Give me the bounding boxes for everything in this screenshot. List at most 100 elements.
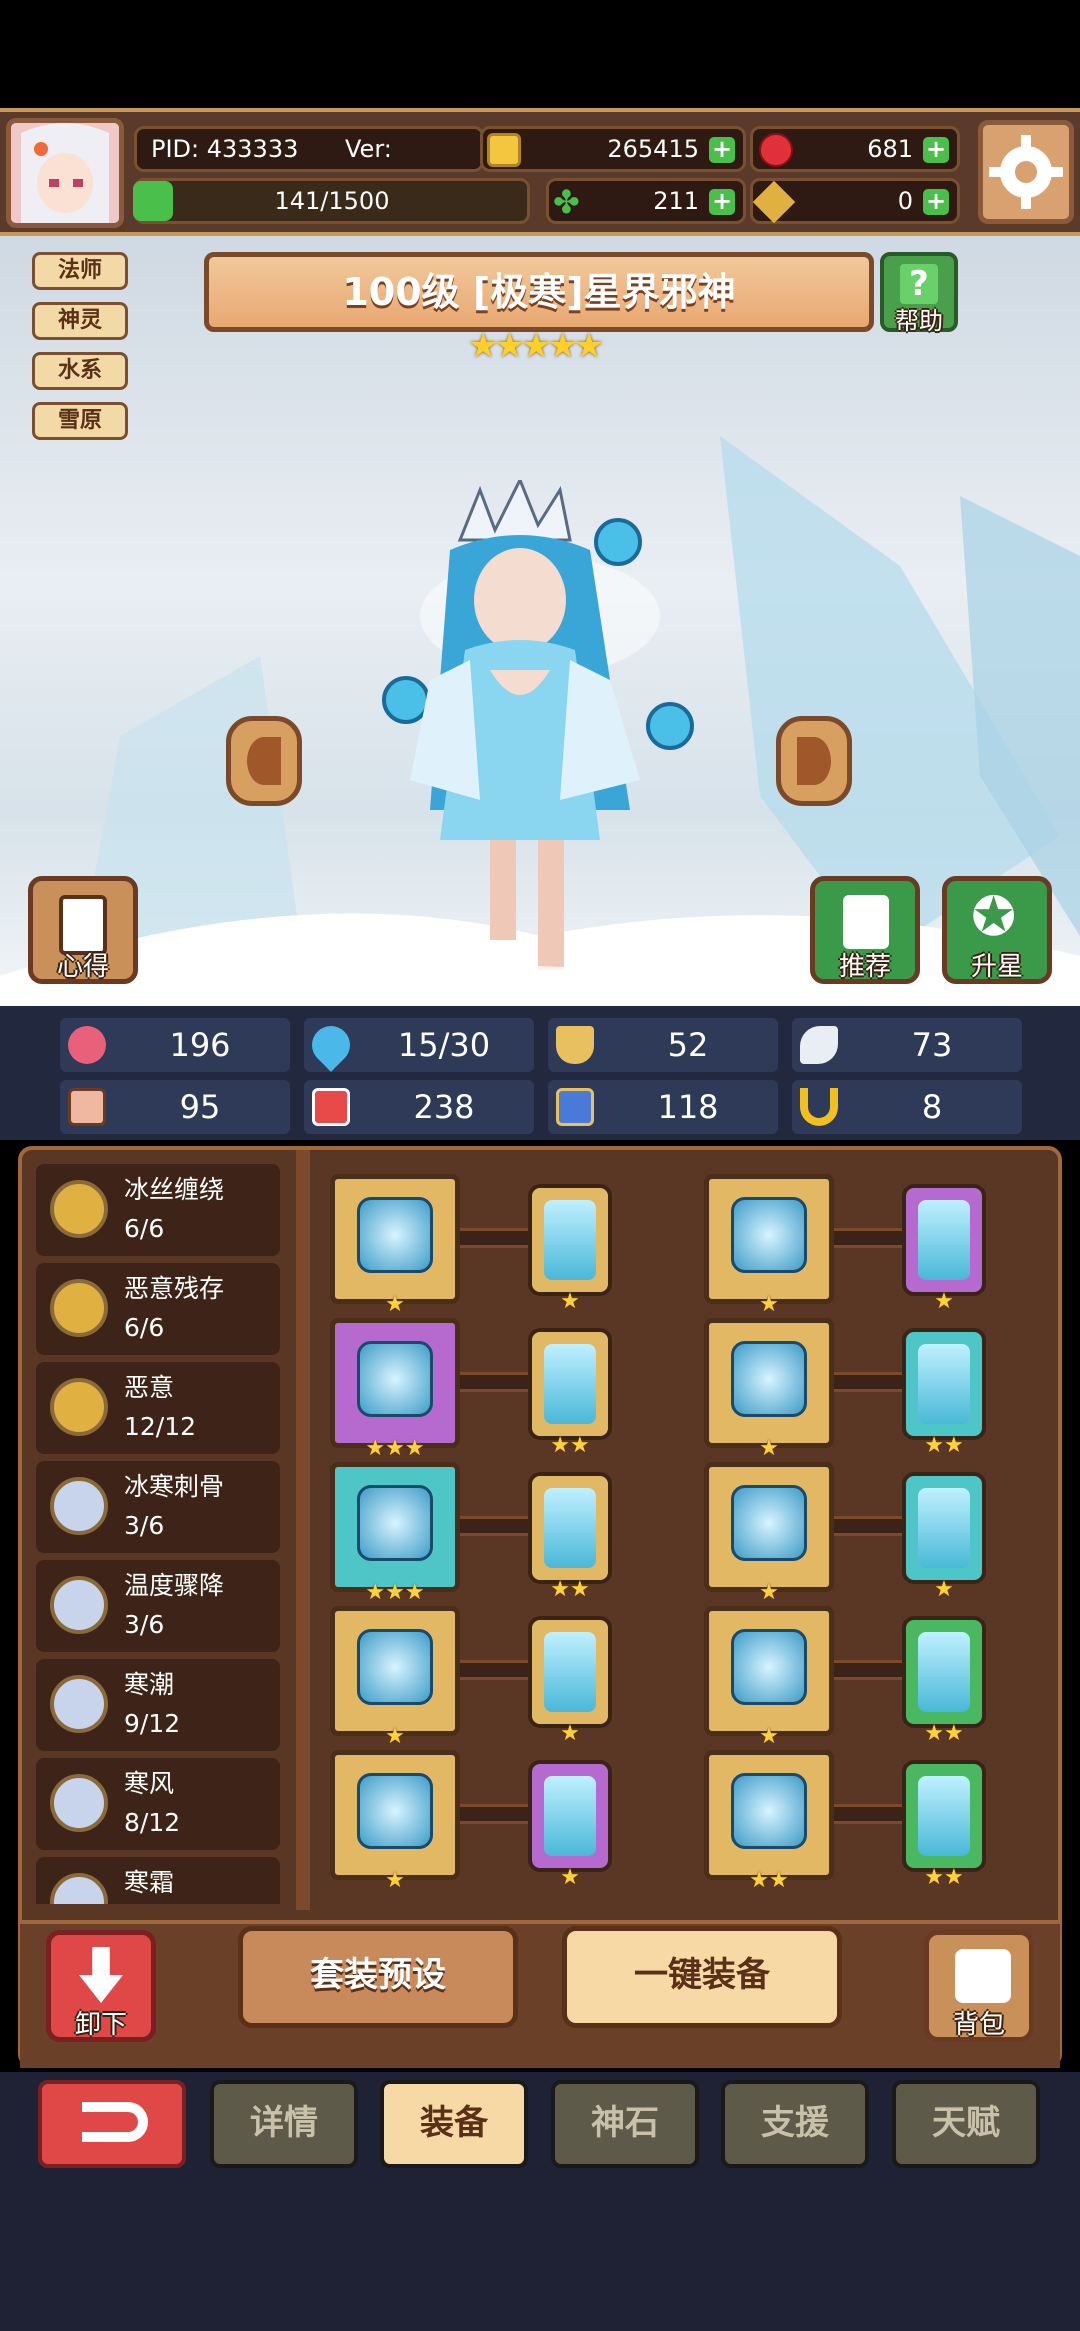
gem-panel: 681 + (750, 126, 960, 172)
gem-stars: ★★ (924, 1721, 964, 1746)
equipment-slot[interactable]: ★ (704, 1462, 834, 1605)
tab-god-stones[interactable]: 神石 (551, 2080, 699, 2168)
set-bonus-item[interactable]: 寒风 8/12 (36, 1758, 280, 1850)
gold-coin-icon (487, 133, 521, 167)
recommend-label: 推荐 (838, 952, 891, 982)
gem-stars: ★ (560, 1721, 580, 1746)
set-progress: 12/12 (124, 1412, 197, 1441)
gem-socket[interactable]: ★ (528, 1184, 612, 1314)
next-hero-arrow[interactable] (776, 716, 852, 806)
ice-gem-icon (918, 1632, 970, 1712)
orb-icon (357, 1341, 433, 1417)
stat-value: 118 (657, 1088, 719, 1126)
gem-socket[interactable]: ★ (528, 1760, 612, 1890)
settings-button[interactable] (978, 120, 1074, 224)
hero-tag-element: 水系 (32, 352, 128, 390)
key-icon (752, 180, 796, 224)
tab-details[interactable]: 详情 (210, 2080, 358, 2168)
set-name: 温度骤降 (124, 1571, 225, 1600)
equipment-slot[interactable]: ★ (704, 1318, 834, 1461)
crystal-icon (357, 1629, 433, 1705)
gem-socket[interactable]: ★★ (902, 1328, 986, 1458)
back-button[interactable] (38, 2080, 186, 2168)
set-progress: 6/6 (124, 1214, 165, 1243)
equipment-slot[interactable]: ★ (330, 1606, 460, 1749)
upgrade-star-label: 升星 (970, 952, 1023, 982)
stat-value: 95 (179, 1088, 221, 1126)
equipment-slot[interactable]: ★ (704, 1606, 834, 1749)
set-name: 恶意 (124, 1373, 175, 1402)
add-gem-button[interactable]: + (923, 137, 949, 163)
notes-button[interactable]: 心得 (28, 876, 138, 984)
help-label: 帮助 (895, 307, 943, 335)
set-bonus-item[interactable]: 寒潮 9/12 (36, 1659, 280, 1751)
set-bonus-item[interactable]: 寒霜 (36, 1857, 280, 1904)
gold-panel: 265415 + (480, 126, 746, 172)
backpack-icon (955, 1949, 1011, 2003)
set-name: 寒风 (124, 1769, 175, 1798)
gem-socket[interactable]: ★★ (902, 1616, 986, 1746)
wing-icon (800, 1026, 838, 1064)
set-bonus-item[interactable]: 冰丝缠绕 6/6 (36, 1164, 280, 1256)
prev-hero-arrow[interactable] (226, 716, 302, 806)
clover-panel: ✤ 211 + (546, 178, 746, 224)
equipment-slot[interactable]: ★★ (704, 1750, 834, 1893)
stat-speed: 118 (548, 1080, 778, 1134)
water-drop-icon (304, 1018, 358, 1072)
stat-value: 8 (921, 1088, 943, 1126)
back-arrow-icon (82, 2102, 148, 2142)
gem-stars: ★ (560, 1289, 580, 1314)
upgrade-star-button[interactable]: ✪ 升星 (942, 876, 1052, 984)
add-gold-button[interactable]: + (709, 137, 735, 163)
speed-boot-icon (556, 1088, 594, 1126)
player-id-panel: PID: 433333 Ver: 1.1.1.3 (134, 126, 484, 203)
help-button[interactable]: ? 帮助 (880, 252, 958, 335)
gem-socket[interactable]: ★ (528, 1616, 612, 1746)
set-preset-button[interactable]: 套装预设 (238, 1926, 518, 2028)
staff-icon (357, 1197, 433, 1273)
auto-equip-button[interactable]: 一键装备 (562, 1926, 842, 2028)
player-id: PID: 433333 (151, 135, 299, 163)
gem-stars: ★★ (550, 1577, 590, 1602)
set-name: 冰寒刺骨 (124, 1472, 225, 1501)
equipment-slot[interactable]: ★ (704, 1174, 834, 1317)
set-bonus-item[interactable]: 恶意残存 6/6 (36, 1263, 280, 1355)
unequip-button[interactable]: 卸下 (46, 1930, 156, 2042)
stat-value: 73 (911, 1026, 953, 1064)
equipment-stars: ★ (385, 1868, 405, 1893)
player-avatar[interactable] (6, 118, 124, 228)
set-bonus-item[interactable]: 温度骤降 3/6 (36, 1560, 280, 1652)
bag-button[interactable]: 背包 (924, 1930, 1034, 2042)
thumbs-up-icon (843, 895, 889, 949)
gem-socket[interactable]: ★ (902, 1184, 986, 1314)
equipment-slot[interactable]: ★ (330, 1174, 460, 1317)
necklace-icon (357, 1485, 433, 1561)
hero-tag-terrain: 雪原 (32, 402, 128, 440)
equipment-slot[interactable]: ★★★ (330, 1318, 460, 1461)
gem-socket[interactable]: ★★ (902, 1760, 986, 1890)
tab-equipment[interactable]: 装备 (380, 2080, 528, 2168)
equipment-slot[interactable]: ★★★ (330, 1462, 460, 1605)
red-gem-icon (759, 133, 793, 167)
equipment-slot[interactable]: ★ (330, 1750, 460, 1893)
stat-value: 238 (413, 1088, 475, 1126)
set-bonus-list[interactable]: 冰丝缠绕 6/6 恶意残存 6/6 恶意 12/12 冰寒刺骨 3/6 温度骤降… (36, 1164, 280, 1904)
equipment-stars: ★ (759, 1436, 779, 1461)
recommend-button[interactable]: 推荐 (810, 876, 920, 984)
tab-support[interactable]: 支援 (721, 2080, 869, 2168)
tab-talents[interactable]: 天赋 (892, 2080, 1040, 2168)
spellbook-icon (312, 1088, 350, 1126)
gem-socket[interactable]: ★ (902, 1472, 986, 1602)
add-key-button[interactable]: + (923, 189, 949, 215)
gold-set-icon (50, 1279, 108, 1337)
top-resource-bar: PID: 433333 Ver: 1.1.1.3 265415 + 681 + … (0, 108, 1080, 236)
set-bonus-item[interactable]: 恶意 12/12 (36, 1362, 280, 1454)
ice-gem-icon (544, 1200, 596, 1280)
gold-set-icon (50, 1180, 108, 1238)
add-clover-button[interactable]: + (709, 189, 735, 215)
gem-socket[interactable]: ★★ (528, 1472, 612, 1602)
silver-set-icon (50, 1774, 108, 1832)
gem-socket[interactable]: ★★ (528, 1328, 612, 1458)
set-bonus-item[interactable]: 冰寒刺骨 3/6 (36, 1461, 280, 1553)
stat-health: 196 (60, 1018, 290, 1072)
